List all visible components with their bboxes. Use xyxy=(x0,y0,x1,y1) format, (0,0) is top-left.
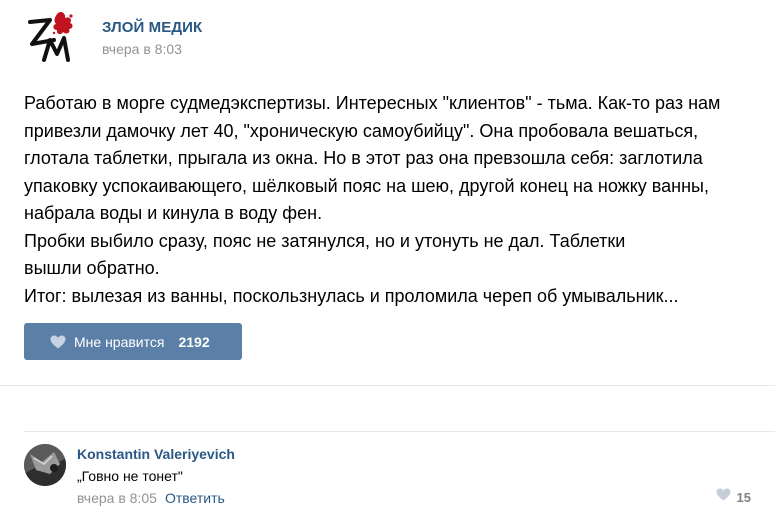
like-button[interactable]: Мне нравится 2192 xyxy=(24,323,242,360)
post-header: ЗЛОЙ МЕДИК вчера в 8:03 xyxy=(24,10,202,66)
like-count: 2192 xyxy=(178,333,210,350)
comment-like-count: 15 xyxy=(736,489,751,505)
like-label: Мне нравится xyxy=(74,333,165,350)
heart-icon xyxy=(716,488,731,506)
post-author-name[interactable]: ЗЛОЙ МЕДИК xyxy=(102,19,202,37)
post-text-line: упаковку успокаивающего, шёлковый пояс н… xyxy=(24,175,709,196)
post-text-line: вышли обратно. xyxy=(24,258,160,278)
post-text-line: привезли дамочку лет 40, "хроническую са… xyxy=(24,120,699,141)
post-text: Работаю в морге судмедэкспертизы. Интере… xyxy=(24,90,759,310)
comments-divider xyxy=(24,431,775,432)
comment-avatar[interactable] xyxy=(24,444,66,486)
comment-author-name[interactable]: Konstantin Valeriyevich xyxy=(77,446,235,463)
post-text-line: Пробки выбило сразу, пояс не затянулся, … xyxy=(24,230,626,251)
post-text-line: набрала воды и кинула в воду фен. xyxy=(24,203,323,223)
comment-meta: вчера в 8:05 Ответить xyxy=(77,489,235,507)
comment-text: „Говно не тонет" xyxy=(77,468,183,484)
comment-like-button[interactable]: 15 xyxy=(716,488,751,506)
comments-section: Konstantin Valeriyevich „Говно не тонет"… xyxy=(0,386,775,509)
post-card: ЗЛОЙ МЕДИК вчера в 8:03 Работаю в морге … xyxy=(0,0,775,385)
post-text-line: глотала таблетки, прыгала из окна. Но в … xyxy=(24,148,703,168)
comment-item: Konstantin Valeriyevich „Говно не тонет"… xyxy=(24,444,775,508)
author-block: ЗЛОЙ МЕДИК вчера в 8:03 xyxy=(102,19,202,58)
heart-icon xyxy=(50,335,66,349)
comment-body: Konstantin Valeriyevich „Говно не тонет"… xyxy=(77,446,235,507)
post-text-line: Итог: вылезая из ванны, поскользнулась и… xyxy=(24,285,679,306)
community-logo-icon[interactable] xyxy=(24,10,80,66)
comment-timestamp[interactable]: вчера в 8:05 xyxy=(77,489,157,507)
reply-link[interactable]: Ответить xyxy=(165,489,225,507)
post-timestamp[interactable]: вчера в 8:03 xyxy=(102,40,202,58)
post-text-line: Работаю в морге судмедэкспертизы. Интере… xyxy=(24,93,721,113)
